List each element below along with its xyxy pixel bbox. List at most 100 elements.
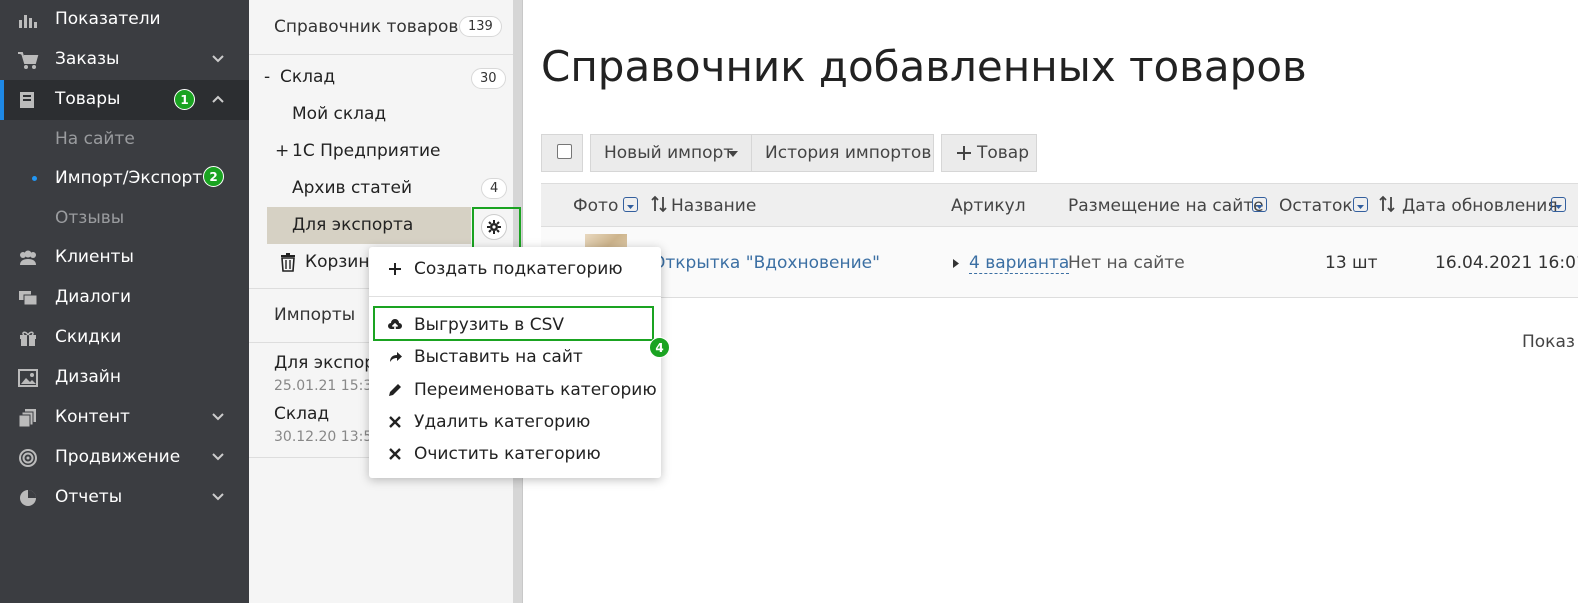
nav-item-content[interactable]: Контент bbox=[0, 398, 249, 438]
nav-item-orders[interactable]: Заказы bbox=[0, 40, 249, 80]
nav-label: Дизайн bbox=[55, 367, 121, 387]
nav-item-dashboard[interactable]: Показатели bbox=[0, 0, 249, 40]
catalog-title: Справочник товаров bbox=[274, 17, 459, 37]
gear-icon bbox=[487, 220, 501, 234]
pie-chart-icon bbox=[20, 490, 36, 506]
nav-item-clients[interactable]: Клиенты bbox=[0, 238, 249, 278]
sidebar: Показатели Заказы Товары 1 На сайте Импо… bbox=[0, 0, 249, 603]
filter-icon[interactable] bbox=[1252, 197, 1267, 212]
page-title: Справочник добавленных товаров bbox=[541, 42, 1307, 91]
column-sku[interactable]: Артикул bbox=[951, 196, 1026, 216]
column-updated[interactable]: Дата обновления bbox=[1402, 196, 1558, 216]
pages-icon bbox=[18, 409, 36, 428]
nav-item-discounts[interactable]: Скидки bbox=[0, 318, 249, 358]
nav-item-reports[interactable]: Отчеты bbox=[0, 478, 249, 518]
product-name-link[interactable]: Открытка "Вдохновение" bbox=[652, 253, 880, 273]
imports-title: Импорты bbox=[274, 305, 356, 325]
add-product-button[interactable]: Товар bbox=[941, 134, 1037, 172]
category-settings-button[interactable] bbox=[481, 214, 507, 240]
chevron-up-icon bbox=[212, 95, 224, 103]
menu-label: Создать подкатегорию bbox=[414, 259, 623, 279]
chevron-down-icon bbox=[212, 55, 224, 63]
menu-divider bbox=[369, 296, 661, 297]
select-all-checkbox[interactable] bbox=[557, 144, 572, 159]
new-import-button[interactable]: Новый импорт bbox=[590, 134, 752, 172]
table-row[interactable]: Открытка "Вдохновение" 4 варианта Нет на… bbox=[541, 227, 1578, 298]
menu-item-rename[interactable]: Переименовать категорию bbox=[369, 375, 661, 405]
subnav-item-import-export[interactable]: Импорт/Экспорт 2 bbox=[0, 158, 249, 198]
step-badge-1: 1 bbox=[174, 89, 195, 110]
filter-icon[interactable] bbox=[623, 197, 638, 212]
pencil-icon bbox=[389, 384, 401, 396]
nav-label: Товары bbox=[55, 89, 121, 109]
nav-label: Заказы bbox=[55, 49, 120, 69]
nav-label: Скидки bbox=[55, 327, 122, 347]
import-history-button[interactable]: История импортов bbox=[751, 134, 934, 172]
plus-icon bbox=[957, 146, 971, 160]
tree-count: 30 bbox=[471, 68, 506, 89]
pagination-show-label: Показ bbox=[1522, 332, 1575, 352]
nav-label: Продвижение bbox=[55, 447, 181, 467]
menu-item-delete[interactable]: Удалить категорию bbox=[369, 407, 661, 437]
caret-down-icon bbox=[728, 151, 738, 157]
expand-toggle[interactable]: + bbox=[275, 141, 289, 161]
cart-icon bbox=[18, 52, 39, 69]
chevron-down-icon bbox=[212, 453, 224, 461]
sort-icon[interactable] bbox=[651, 195, 667, 213]
tree-item-1c[interactable]: + 1С Предприятие bbox=[249, 133, 513, 170]
subnav-label: Импорт/Экспорт bbox=[55, 168, 203, 188]
menu-label: Удалить категорию bbox=[414, 412, 591, 432]
chart-bar-icon bbox=[19, 15, 37, 28]
tree-label: 1С Предприятие bbox=[292, 141, 441, 161]
catalog-header[interactable]: Справочник товаров 139 bbox=[249, 0, 513, 55]
updated-value: 16.04.2021 16:01 bbox=[1435, 253, 1578, 273]
select-all-box[interactable] bbox=[541, 134, 583, 172]
menu-label: Переименовать категорию bbox=[414, 380, 657, 400]
nav-item-design[interactable]: Дизайн bbox=[0, 358, 249, 398]
trash-icon bbox=[281, 253, 295, 272]
menu-item-create-subcategory[interactable]: Создать подкатегорию bbox=[369, 254, 661, 284]
nav-label: Отчеты bbox=[55, 487, 123, 507]
subnav-label: На сайте bbox=[55, 129, 135, 149]
tree-item-my-warehouse[interactable]: Мой склад bbox=[249, 96, 513, 133]
caret-right-icon bbox=[953, 259, 959, 268]
tree-label: Архив статей bbox=[292, 178, 413, 198]
filter-icon[interactable] bbox=[1353, 197, 1368, 212]
tree-label: Мой склад bbox=[292, 104, 387, 124]
filter-icon[interactable] bbox=[1551, 197, 1566, 212]
chat-icon bbox=[19, 291, 38, 306]
variants-link[interactable]: 4 варианта bbox=[969, 253, 1070, 274]
nav-item-dialogs[interactable]: Диалоги bbox=[0, 278, 249, 318]
subnav-item-reviews[interactable]: Отзывы bbox=[0, 198, 249, 238]
category-context-menu: Создать подкатегорию Выгрузить в CSV Выс… bbox=[369, 247, 661, 478]
nav-label: Контент bbox=[55, 407, 130, 427]
nav-label: Диалоги bbox=[55, 287, 131, 307]
csv-highlight bbox=[373, 306, 654, 341]
gift-icon bbox=[20, 331, 36, 346]
tree-item-for-export[interactable]: Для экспорта bbox=[267, 207, 471, 244]
menu-label: Выставить на сайт bbox=[414, 347, 583, 367]
nav-item-promotion[interactable]: Продвижение bbox=[0, 438, 249, 478]
subnav-item-on-site[interactable]: На сайте bbox=[0, 119, 249, 159]
import-name: Склад bbox=[274, 404, 330, 424]
target-icon bbox=[19, 449, 37, 467]
tree-item-warehouse[interactable]: - Склад 30 bbox=[249, 59, 513, 96]
sort-icon[interactable] bbox=[1379, 195, 1395, 213]
column-photo[interactable]: Фото bbox=[573, 196, 618, 216]
collapse-toggle[interactable]: - bbox=[264, 67, 270, 87]
column-placement[interactable]: Размещение на сайте bbox=[1068, 196, 1264, 216]
column-stock[interactable]: Остаток bbox=[1279, 196, 1353, 216]
placement-value: Нет на сайте bbox=[1068, 253, 1185, 273]
menu-item-clear[interactable]: Очистить категорию bbox=[369, 439, 661, 469]
nav-label: Показатели bbox=[55, 9, 161, 29]
new-import-label: Новый импорт bbox=[604, 143, 734, 163]
subnav-label: Отзывы bbox=[55, 208, 125, 228]
close-icon bbox=[389, 448, 401, 460]
catalog-count: 139 bbox=[459, 16, 502, 37]
table-header: Фото Название Артикул Размещение на сайт… bbox=[541, 183, 1578, 227]
menu-item-publish[interactable]: Выставить на сайт bbox=[369, 342, 661, 372]
nav-item-products[interactable]: Товары 1 bbox=[0, 80, 249, 120]
column-name[interactable]: Название bbox=[671, 196, 756, 216]
tree-item-archive[interactable]: Архив статей 4 bbox=[249, 170, 513, 207]
chevron-down-icon bbox=[212, 493, 224, 501]
